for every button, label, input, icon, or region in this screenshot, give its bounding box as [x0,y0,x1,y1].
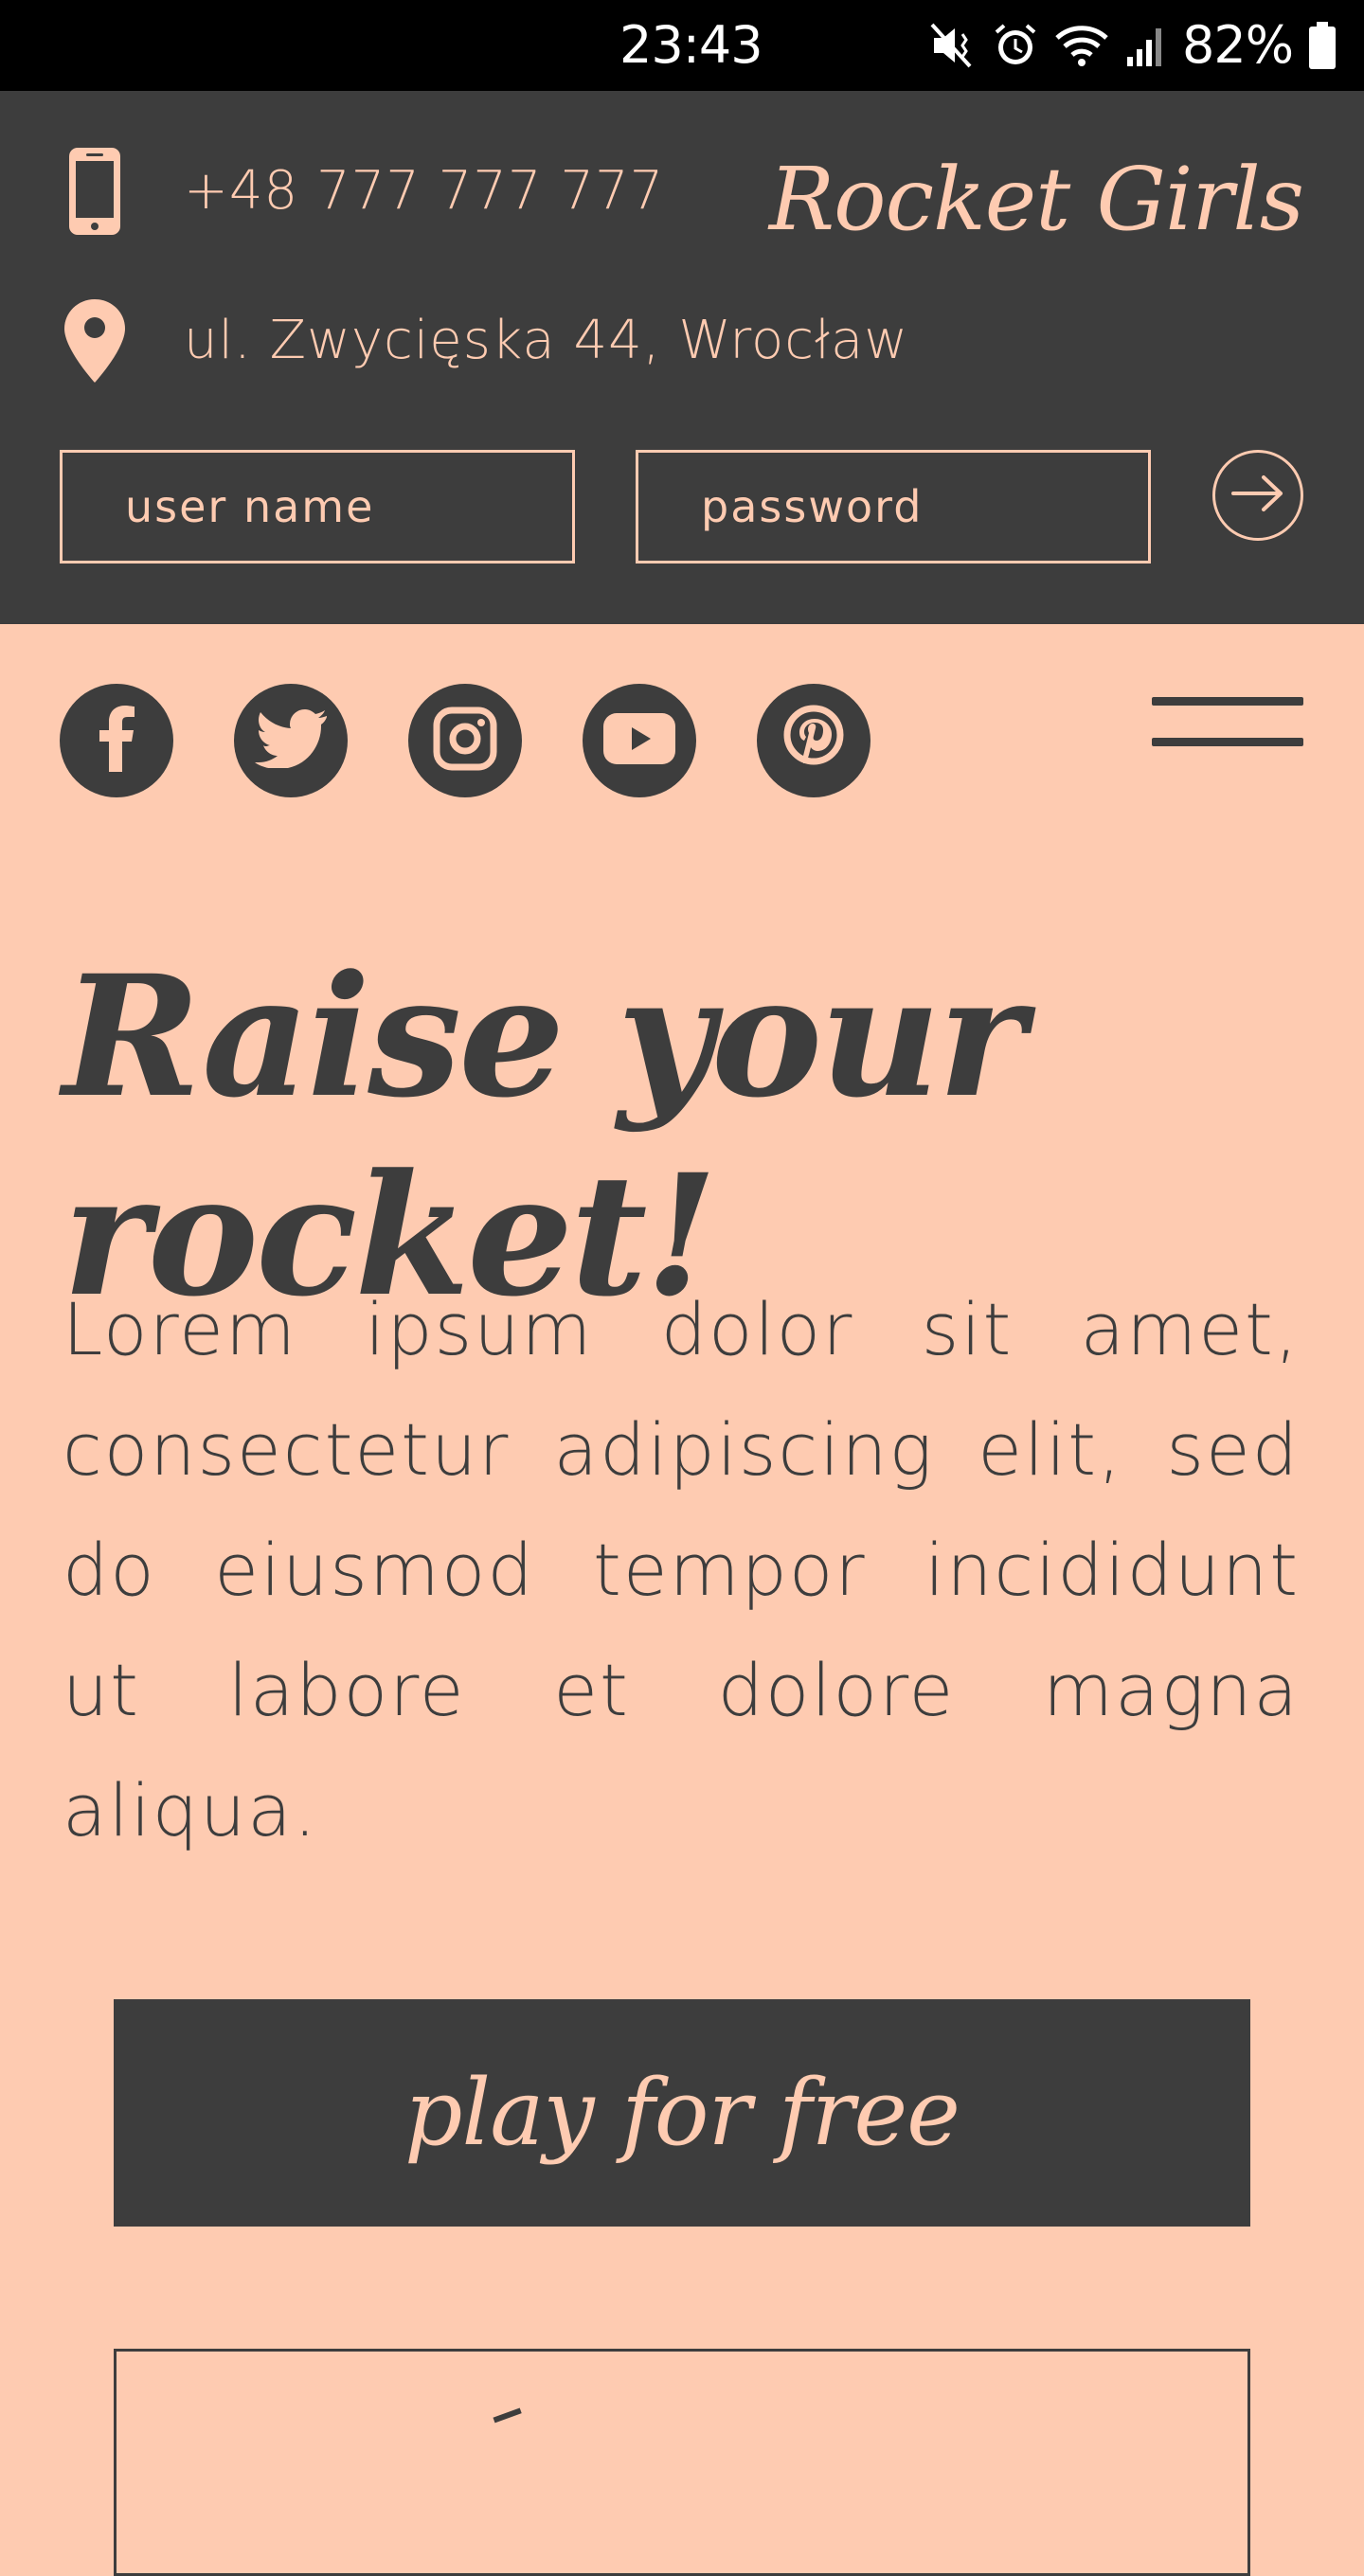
mute-icon [928,21,978,70]
password-input[interactable]: password [636,450,1151,564]
wifi-icon [1053,21,1110,70]
phone-icon [61,144,129,239]
phone-number[interactable]: +48 777 777 777 [184,161,664,222]
site-header: +48 777 777 777 ul. Zwycięska 44, Wrocła… [0,91,1364,624]
brand-logo[interactable]: Rocket Girls [769,148,1304,252]
secondary-button[interactable] [114,2349,1250,2576]
status-time: 23:43 [619,15,763,75]
battery-icon [1306,20,1338,71]
username-input[interactable]: user name [60,450,575,564]
location-pin-icon [61,294,129,388]
status-icons: 82% [928,15,1338,75]
status-bar: 23:43 82% [0,0,1364,91]
pinterest-link[interactable] [757,684,870,797]
social-links [60,684,870,797]
signal-icon [1123,21,1169,70]
address-text: ul. Zwycięska 44, Wrocław [184,310,909,371]
facebook-link[interactable] [60,684,173,797]
hero-body-text: Lorem ipsum dolor sit amet, consectetur … [63,1287,1300,1852]
phone-row[interactable]: +48 777 777 777 [61,144,664,239]
address-row: ul. Zwycięska 44, Wrocław [61,294,908,388]
twitter-icon [255,709,327,772]
secondary-button-text-fragment [493,2407,527,2436]
menu-hamburger-button[interactable] [1152,697,1303,750]
instagram-link[interactable] [408,684,522,797]
arrow-right-icon [1231,474,1284,516]
play-for-free-button[interactable]: play for free [114,1999,1250,2227]
twitter-link[interactable] [234,684,348,797]
youtube-icon [603,713,675,768]
pinterest-icon [782,705,845,777]
login-submit-button[interactable] [1212,450,1303,541]
menu-icon-line-top [1152,697,1303,706]
alarm-icon [991,21,1040,70]
facebook-icon [96,706,137,776]
instagram-icon [433,707,497,775]
battery-percent: 82% [1182,15,1294,75]
youtube-link[interactable] [583,684,696,797]
menu-icon-line-bottom [1152,738,1303,746]
